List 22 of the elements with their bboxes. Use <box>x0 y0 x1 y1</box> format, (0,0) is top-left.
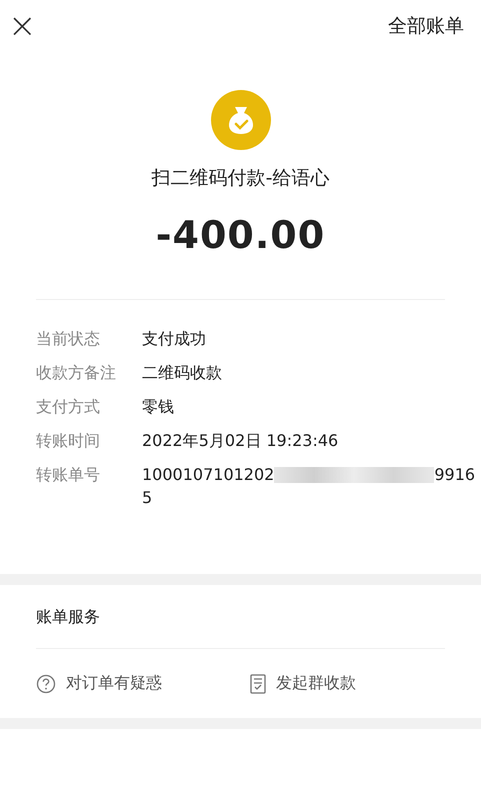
detail-label: 收款方备注 <box>36 362 117 383</box>
detail-value: 支付成功 <box>142 328 206 349</box>
detail-label: 转账时间 <box>36 430 101 451</box>
service-action[interactable]: 对订单有疑惑 <box>36 673 162 694</box>
detail-label: 转账单号 <box>36 464 101 486</box>
detail-value: 2022年5月02日 19:23:46 <box>142 430 338 451</box>
payee-title: 扫二维码付款-给语心 <box>152 166 330 191</box>
close-button[interactable]: × <box>8 9 36 43</box>
detail-value: 5 <box>142 487 152 508</box>
detail-label: 当前状态 <box>36 328 101 349</box>
detail-value: 零钱 <box>142 396 174 417</box>
service-action[interactable]: 发起群收款 <box>250 673 356 694</box>
section-title: 账单服务 <box>36 606 101 628</box>
amount: -400.00 <box>156 213 326 257</box>
detail-value: 1000107101202 <box>142 464 274 485</box>
question-icon <box>36 674 56 694</box>
detail-value: 9916 <box>434 464 476 485</box>
all-bills-link[interactable]: 全部账单 <box>388 13 464 39</box>
detail-label: 支付方式 <box>36 396 101 417</box>
checklist-icon <box>250 674 266 694</box>
money-bag-icon <box>210 90 270 150</box>
detail-value: 二维码收款 <box>142 362 222 383</box>
